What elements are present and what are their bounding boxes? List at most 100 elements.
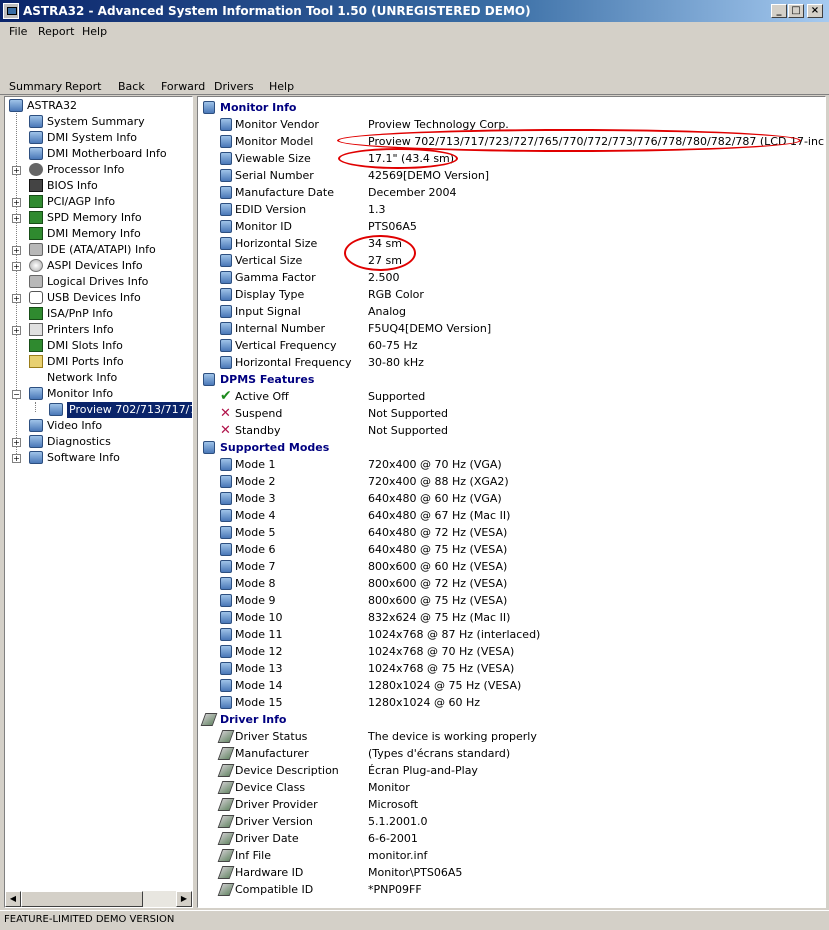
row-label: Display Type <box>235 288 305 301</box>
section-title: Supported Modes <box>220 441 330 454</box>
menu-report[interactable]: Report <box>38 25 74 38</box>
tree-horizontal-scrollbar[interactable]: ◀ ▶ <box>5 891 192 907</box>
monitor-icon <box>220 458 232 471</box>
maximize-button[interactable]: □ <box>788 4 804 18</box>
row-label: Mode 9 <box>235 594 276 607</box>
toolbar-summary-button[interactable]: Summary <box>9 80 62 93</box>
monitor-icon <box>29 451 43 464</box>
expand-processor[interactable]: + <box>12 166 21 175</box>
expand-usb[interactable]: + <box>12 294 21 303</box>
toolbar-forward-button[interactable]: Forward <box>161 80 205 93</box>
driver-icon <box>217 815 235 828</box>
section-title: Monitor Info <box>220 101 297 114</box>
section-title: Driver Info <box>220 713 287 726</box>
minimize-button[interactable]: _ <box>771 4 787 18</box>
row-label: Monitor Vendor <box>235 118 319 131</box>
row-label: Mode 1 <box>235 458 276 471</box>
expand-aspi[interactable]: + <box>12 262 21 271</box>
tree-label: DMI Memory Info <box>47 227 141 240</box>
status-bar: FEATURE-LIMITED DEMO VERSION <box>0 910 829 930</box>
details-pane[interactable]: Monitor Info Monitor Vendor Proview Techn… <box>197 96 826 908</box>
navigation-tree[interactable]: ASTRA32 System Summary DMI System Info D… <box>4 96 193 908</box>
row-value: 1024x768 @ 75 Hz (VESA) <box>368 662 515 675</box>
row-value: 2.500 <box>368 271 400 284</box>
expand-software[interactable]: + <box>12 454 21 463</box>
scroll-right-button[interactable]: ▶ <box>176 891 192 907</box>
row-label: Suspend <box>235 407 283 420</box>
row-label: Mode 15 <box>235 696 283 709</box>
monitor-icon <box>220 696 232 709</box>
monitor-icon <box>220 118 232 131</box>
section-title: DPMS Features <box>220 373 315 386</box>
tree-label: ASPI Devices Info <box>47 259 143 272</box>
toolbar-help-button[interactable]: Help <box>269 80 294 93</box>
monitor-icon <box>220 254 232 267</box>
tree-label: SPD Memory Info <box>47 211 142 224</box>
row-label: Mode 4 <box>235 509 276 522</box>
row-value: monitor.inf <box>368 849 428 862</box>
monitor-icon <box>29 419 43 432</box>
toolbar-report-button[interactable]: Report <box>65 80 101 93</box>
expand-ide[interactable]: + <box>12 246 21 255</box>
row-label: Active Off <box>235 390 289 403</box>
row-value: December 2004 <box>368 186 457 199</box>
monitor-icon <box>220 560 232 573</box>
row-label: Mode 11 <box>235 628 283 641</box>
monitor-icon <box>203 373 215 386</box>
toolbar-back-button[interactable]: Back <box>118 80 145 93</box>
tree-label: Monitor Info <box>47 387 114 400</box>
toolbar-drivers-button[interactable]: Drivers <box>214 80 254 93</box>
annotation-circle-viewable-size <box>338 148 458 169</box>
app-icon[interactable] <box>3 3 19 19</box>
collapse-monitor[interactable]: − <box>12 390 21 399</box>
row-label: Driver Status <box>235 730 308 743</box>
tree-label: USB Devices Info <box>47 291 141 304</box>
expand-diagnostics[interactable]: + <box>12 438 21 447</box>
row-value: 6-6-2001 <box>368 832 418 845</box>
usb-icon <box>29 291 43 304</box>
monitor-icon <box>220 356 232 369</box>
close-button[interactable]: × <box>807 4 823 18</box>
row-label: Mode 3 <box>235 492 276 505</box>
expand-pci[interactable]: + <box>12 198 21 207</box>
row-value: 1280x1024 @ 60 Hz <box>368 696 481 709</box>
row-label: Manufacture Date <box>235 186 334 199</box>
menu-help[interactable]: Help <box>82 25 107 38</box>
monitor-icon <box>49 403 63 416</box>
expand-spd[interactable]: + <box>12 214 21 223</box>
bios-chip-icon <box>29 179 43 192</box>
scroll-left-button[interactable]: ◀ <box>5 891 21 907</box>
driver-icon <box>217 883 235 896</box>
row-label: Horizontal Frequency <box>235 356 352 369</box>
tree-line <box>16 113 17 458</box>
cross-icon: ✕ <box>220 406 231 421</box>
driver-icon <box>217 798 235 811</box>
row-value: 832x624 @ 75 Hz (Mac II) <box>368 611 511 624</box>
tree-label: Processor Info <box>47 163 125 176</box>
monitor-icon <box>220 594 232 607</box>
tree-label: Diagnostics <box>47 435 111 448</box>
row-label: Manufacturer <box>235 747 309 760</box>
row-value: F5UQ4[DEMO Version] <box>368 322 492 335</box>
row-label: Viewable Size <box>235 152 311 165</box>
row-value: (Types d'écrans standard) <box>368 747 511 760</box>
row-label: Mode 10 <box>235 611 283 624</box>
title-bar: ASTRA32 - Advanced System Information To… <box>0 0 829 22</box>
monitor-icon <box>220 492 232 505</box>
drive-icon <box>29 275 43 288</box>
row-value: Not Supported <box>368 407 449 420</box>
expand-printers[interactable]: + <box>12 326 21 335</box>
monitor-icon <box>220 152 232 165</box>
monitor-icon <box>220 662 232 675</box>
driver-icon <box>217 781 235 794</box>
driver-icon <box>217 747 235 760</box>
row-label: Mode 6 <box>235 543 276 556</box>
menu-file[interactable]: File <box>9 25 27 38</box>
monitor-icon <box>220 543 232 556</box>
scroll-thumb[interactable] <box>21 891 143 907</box>
computer-icon <box>9 99 23 112</box>
monitor-icon <box>220 203 232 216</box>
row-label: Vertical Frequency <box>235 339 337 352</box>
row-value: 42569[DEMO Version] <box>368 169 490 182</box>
row-label: Driver Version <box>235 815 313 828</box>
